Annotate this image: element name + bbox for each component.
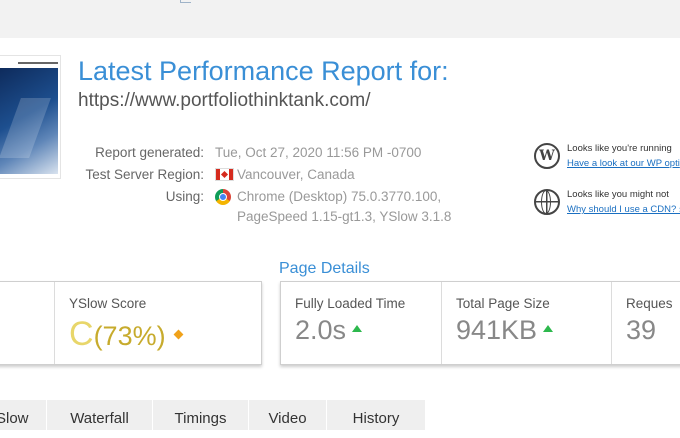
- tab-timings[interactable]: Timings: [153, 400, 249, 430]
- report-url[interactable]: https://www.portfoliothinktank.com/: [78, 90, 371, 112]
- region-label: Test Server Region:: [85, 167, 204, 182]
- total-size-label: Total Page Size: [456, 296, 550, 311]
- top-fragment: [180, 0, 191, 3]
- yslow-score-cell: YSlow Score C(73%): [54, 282, 260, 364]
- wp-notice-text: Looks like you're running: [567, 143, 672, 154]
- up-arrow-icon: [352, 325, 363, 333]
- top-band: [0, 0, 680, 38]
- thumbnail-caption: [18, 62, 58, 64]
- tab-video[interactable]: Video: [249, 400, 327, 430]
- page-details-box: Fully Loaded Time 2.0s Total Page Size 9…: [280, 281, 680, 365]
- using-versions: PageSpeed 1.15-gt1.3, YSlow 3.1.8: [237, 209, 452, 224]
- total-size-value: 941KB: [456, 315, 554, 346]
- fully-loaded-value: 2.0s: [295, 315, 363, 346]
- tab-history[interactable]: History: [327, 400, 426, 430]
- generated-value: Tue, Oct 27, 2020 11:56 PM -0700: [215, 145, 422, 160]
- fully-loaded-time: 2.0s: [295, 315, 347, 345]
- fully-loaded-cell: Fully Loaded Time 2.0s: [281, 282, 441, 364]
- chrome-icon: [215, 189, 231, 205]
- up-arrow-icon: [543, 325, 554, 333]
- globe-icon: [534, 189, 560, 215]
- requests-cell: Reques 39: [611, 282, 680, 364]
- thumbnail-image: [0, 68, 58, 174]
- yslow-score-label: YSlow Score: [69, 296, 147, 311]
- total-page-size: 941KB: [456, 315, 538, 345]
- wp-optimization-link[interactable]: Have a look at our WP opti: [567, 158, 680, 169]
- using-label: Using:: [165, 189, 204, 204]
- cdn-notice-text: Looks like you might not: [567, 189, 669, 200]
- canada-flag-icon: [215, 168, 234, 181]
- tab-waterfall[interactable]: Waterfall: [47, 400, 153, 430]
- yslow-score-value: C(73%): [69, 315, 184, 354]
- fully-loaded-label: Fully Loaded Time: [295, 296, 406, 311]
- page-details-heading: Page Details: [279, 260, 370, 277]
- region-value: Vancouver, Canada: [237, 167, 355, 182]
- diamond-icon: [173, 329, 184, 340]
- yslow-grade: C: [69, 315, 94, 353]
- report-tabs: Slow Waterfall Timings Video History: [0, 400, 426, 430]
- using-browser: Chrome (Desktop) 75.0.3770.100,: [237, 189, 442, 204]
- total-size-cell: Total Page Size 941KB: [441, 282, 612, 364]
- yslow-percent: (73%): [93, 321, 166, 351]
- tab-yslow[interactable]: Slow: [0, 400, 47, 430]
- cdn-link[interactable]: Why should I use a CDN? ›: [567, 204, 680, 215]
- page-screenshot-thumbnail[interactable]: [0, 55, 61, 179]
- report-title: Latest Performance Report for:: [78, 56, 449, 86]
- wordpress-icon: W: [534, 143, 560, 169]
- performance-scores-box: YSlow Score C(73%): [0, 281, 262, 365]
- requests-value: 39: [626, 315, 657, 345]
- requests-label: Reques: [626, 296, 673, 311]
- generated-label: Report generated:: [95, 145, 204, 160]
